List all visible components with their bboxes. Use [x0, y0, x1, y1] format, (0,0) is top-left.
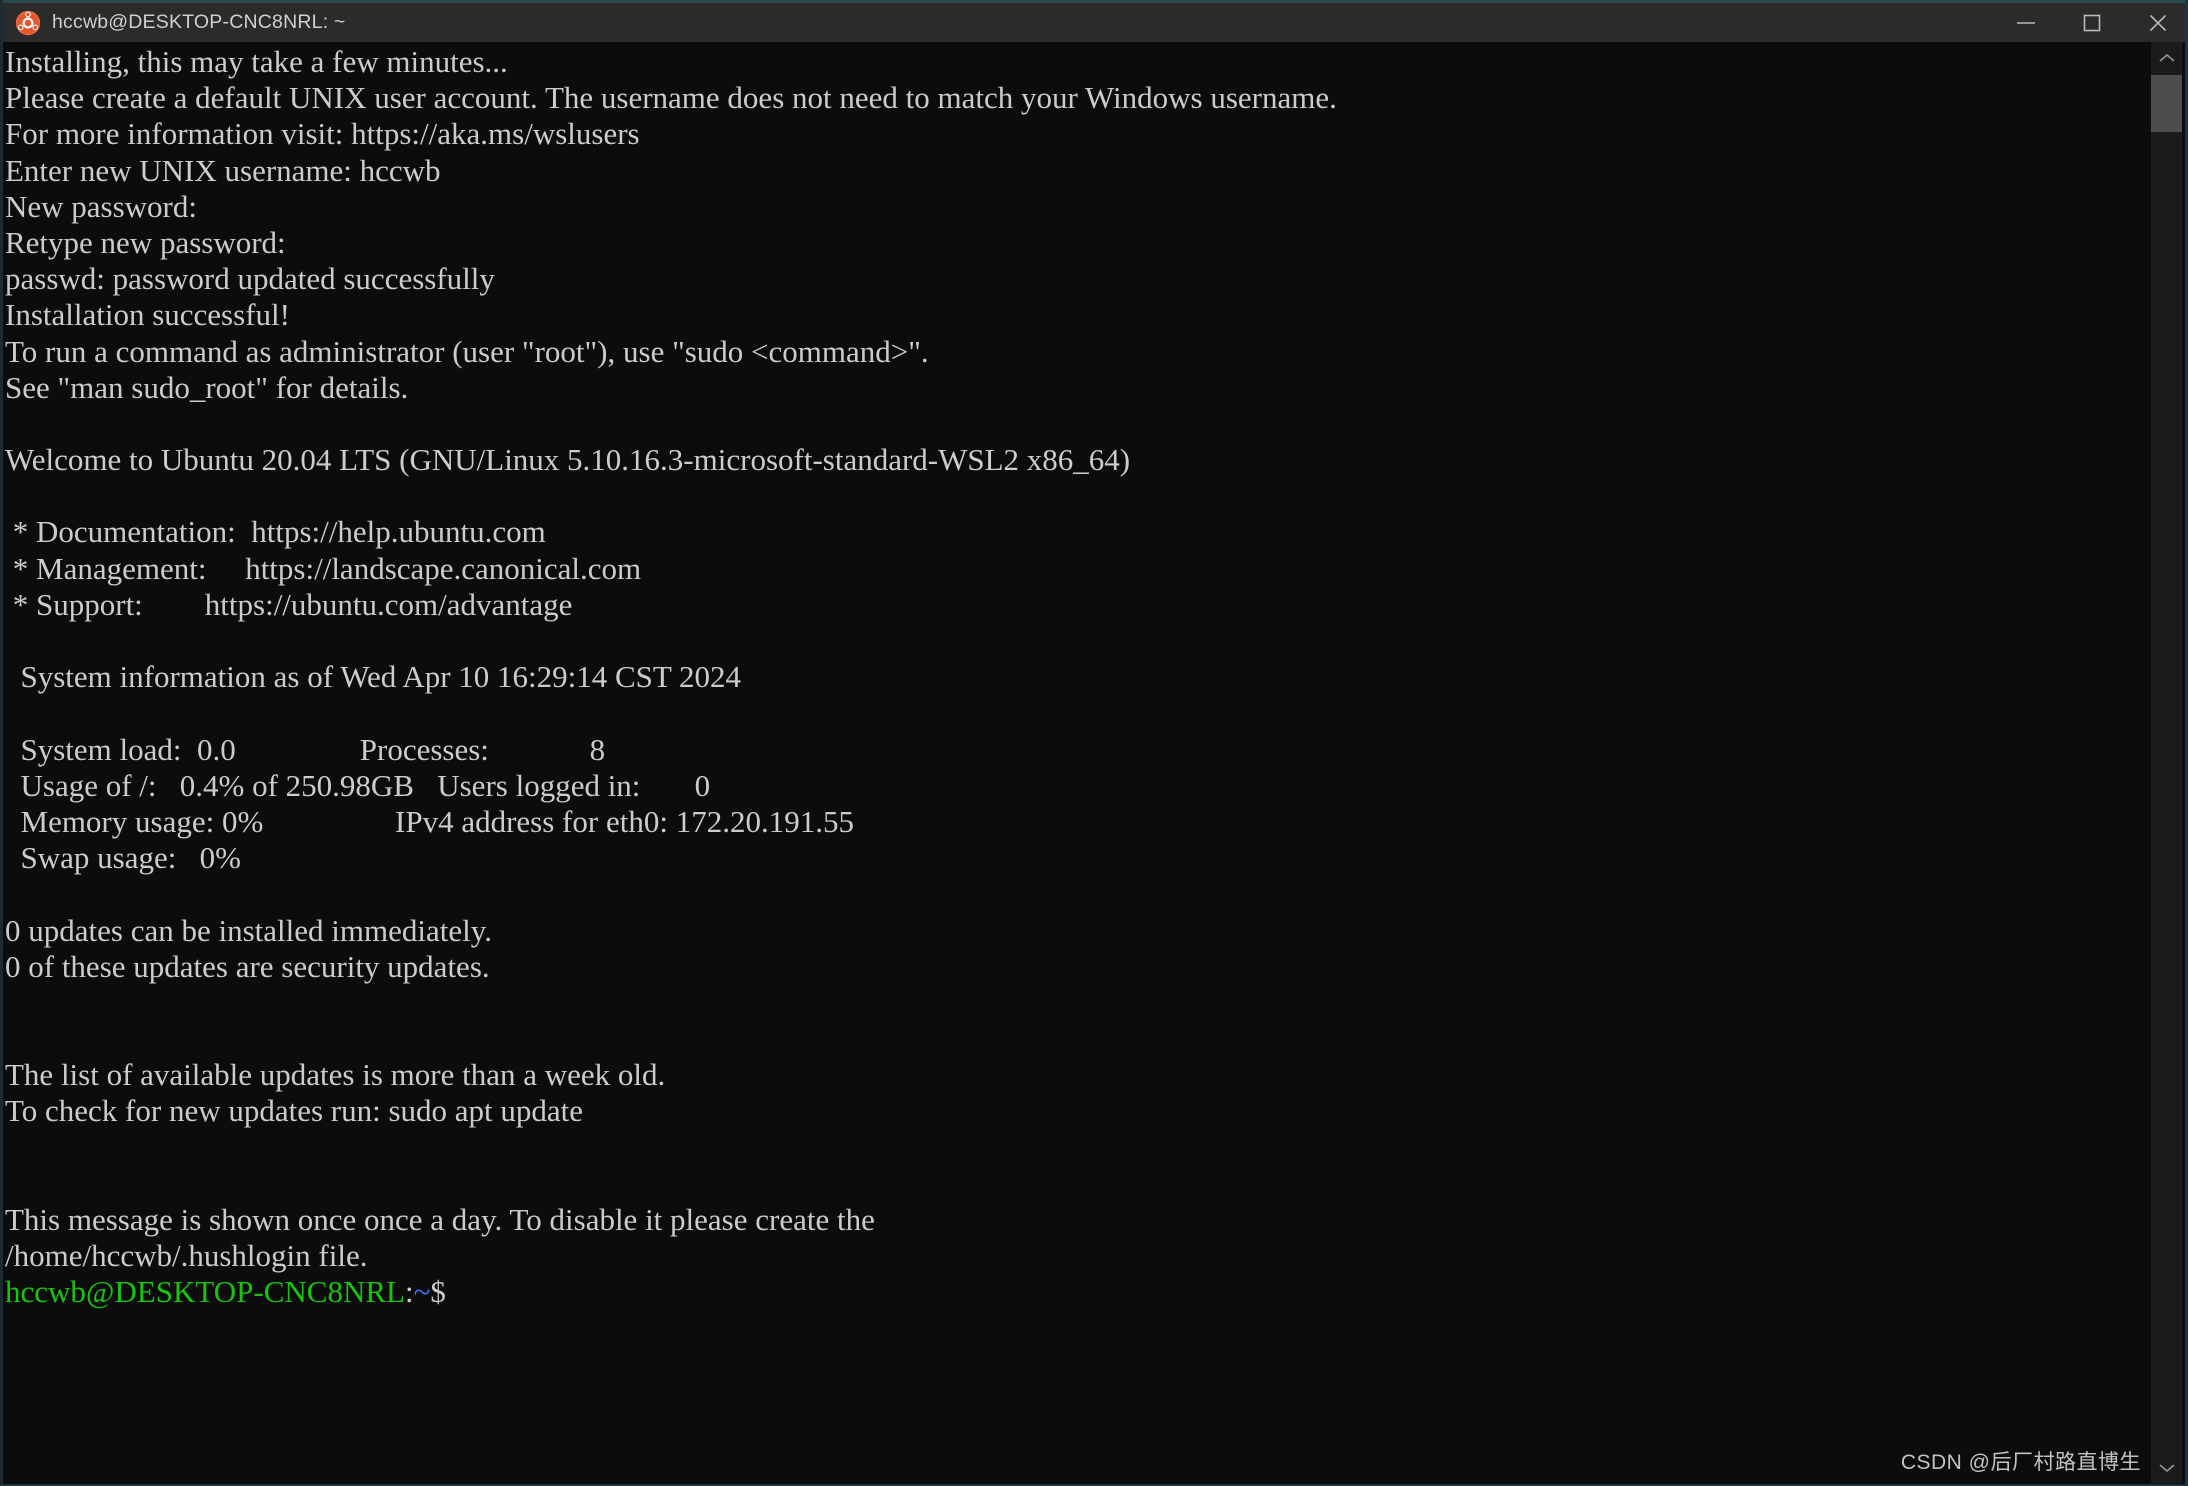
- terminal-scrollbar[interactable]: [2151, 42, 2182, 1483]
- terminal-line: To check for new updates run: sudo apt u…: [5, 1093, 584, 1129]
- terminal-line: 0 of these updates are security updates.: [5, 948, 490, 984]
- terminal-window: hccwb@DESKTOP-CNC8NRL: ~ Installing, thi…: [0, 0, 2188, 1486]
- terminal-line: Memory usage: 0% IPv4 address for eth0: …: [5, 803, 854, 839]
- window-title: hccwb@DESKTOP-CNC8NRL: ~: [52, 10, 346, 33]
- terminal-line: For more information visit: https://aka.…: [5, 116, 640, 152]
- scrollbar-down-button[interactable]: [2151, 1452, 2182, 1483]
- scrollbar-thumb[interactable]: [2151, 75, 2182, 132]
- terminal-line: See "man sudo_root" for details.: [5, 369, 409, 405]
- terminal-screen: Installing, this may take a few minutes.…: [3, 42, 2157, 1311]
- terminal-prompt-line[interactable]: hccwb@DESKTOP-CNC8NRL:~$: [5, 1274, 2157, 1310]
- prompt-path: ~: [413, 1274, 431, 1310]
- terminal-line: * Support: https://ubuntu.com/advantage: [5, 586, 573, 622]
- csdn-watermark: CSDN @后厂村路直博生: [1900, 1451, 2141, 1474]
- terminal-line: * Documentation: https://help.ubuntu.com: [5, 514, 546, 550]
- minimize-button[interactable]: [1993, 3, 2059, 42]
- terminal-line: Installing, this may take a few minutes.…: [5, 44, 508, 79]
- terminal-line: Usage of /: 0.4% of 250.98GB Users logge…: [5, 767, 711, 803]
- prompt-symbol: $: [430, 1274, 446, 1310]
- window-controls: [1993, 3, 2185, 42]
- terminal-line: Enter new UNIX username: hccwb: [5, 152, 441, 188]
- terminal-output-area[interactable]: Installing, this may take a few minutes.…: [3, 42, 2157, 1484]
- maximize-button[interactable]: [2059, 3, 2125, 42]
- terminal-line: * Management: https://landscape.canonica…: [5, 550, 642, 586]
- ubuntu-logo-icon: [15, 10, 41, 36]
- terminal-line: Please create a default UNIX user accoun…: [5, 80, 1337, 116]
- terminal-line: System load: 0.0 Processes: 8: [5, 731, 606, 767]
- maximize-icon: [2083, 14, 2101, 31]
- terminal-line: The list of available updates is more th…: [5, 1057, 666, 1093]
- close-button[interactable]: [2125, 3, 2185, 42]
- close-icon: [2149, 14, 2167, 31]
- terminal-line: 0 updates can be installed immediately.: [5, 912, 492, 948]
- chevron-up-icon: [2158, 53, 2175, 62]
- terminal-line: This message is shown once once a day. T…: [5, 1202, 875, 1237]
- prompt-separator: :: [404, 1274, 414, 1310]
- chevron-down-icon: [2158, 1463, 2175, 1472]
- minimize-icon: [2017, 21, 2035, 24]
- terminal-line: Retype new password:: [5, 224, 286, 260]
- terminal-line: System information as of Wed Apr 10 16:2…: [5, 659, 742, 695]
- scrollbar-up-button[interactable]: [2151, 42, 2182, 73]
- terminal-line: New password:: [5, 188, 197, 224]
- terminal-line: Welcome to Ubuntu 20.04 LTS (GNU/Linux 5…: [5, 442, 1131, 478]
- scrollbar-track[interactable]: [2151, 73, 2182, 1452]
- prompt-user-host: hccwb@DESKTOP-CNC8NRL: [5, 1274, 405, 1310]
- terminal-line: To run a command as administrator (user …: [5, 333, 929, 369]
- terminal-line: /home/hccwb/.hushlogin file.: [5, 1238, 368, 1274]
- title-bar-left: hccwb@DESKTOP-CNC8NRL: ~: [3, 10, 346, 36]
- title-bar[interactable]: hccwb@DESKTOP-CNC8NRL: ~: [3, 0, 2185, 42]
- terminal-line: Installation successful!: [5, 297, 290, 333]
- terminal-line: Swap usage: 0%: [5, 840, 241, 876]
- terminal-line: passwd: password updated successfully: [5, 261, 495, 297]
